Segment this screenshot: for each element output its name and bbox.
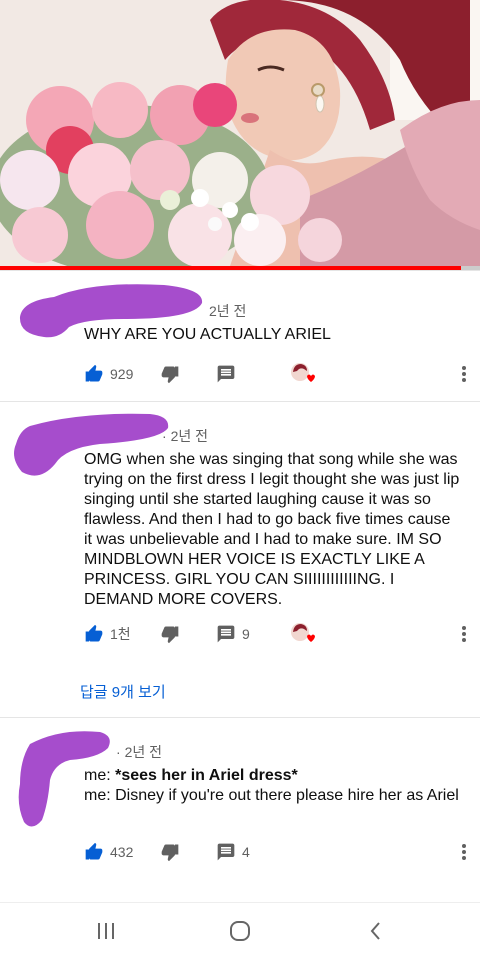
reply-count: 4 [242,844,250,860]
creator-heart-icon [291,363,315,382]
dislike-button[interactable] [160,622,180,646]
comment-time-text: 2년 전 [124,744,162,760]
comment-text: me: *sees her in Ariel dress* me: Disney… [84,766,464,806]
comment-actions: 432 4 [84,840,474,864]
comment-line: WHY ARE YOU ACTUALLY ARIEL [84,326,331,343]
system-navigation-bar [0,902,480,957]
comment-2: · 2년 전 OMG when she was singing that son… [0,402,480,717]
reply-count: 9 [242,626,250,642]
comment-actions: 929 [84,362,474,386]
more-options-button[interactable] [454,362,474,386]
like-count: 929 [110,366,134,382]
video-frame-image [0,0,480,266]
home-button[interactable] [228,919,252,943]
dislike-button[interactable] [160,840,180,864]
home-icon [230,921,250,941]
reply-icon [217,365,235,383]
creator-heart [290,362,316,386]
reply-icon [217,843,235,861]
comment-text: WHY ARE YOU ACTUALLY ARIEL [84,325,464,345]
comment-line: OMG when she was singing that song while… [84,451,460,608]
comment-line-bold: *sees her in Ariel dress* [115,767,298,784]
reply-icon [217,625,235,643]
more-vert-icon [462,626,466,642]
view-replies-link[interactable]: 답글 9개 보기 [80,681,166,702]
comment-line: me: Disney if you're out there please hi… [84,787,459,804]
comment-3: · 2년 전 me: *sees her in Ariel dress* me:… [0,718,480,902]
comment-time-text: 2년 전 [170,428,208,444]
comment-text: OMG when she was singing that song while… [84,450,460,610]
dislike-icon [161,366,179,384]
like-button[interactable]: 432 [84,840,133,864]
like-icon [85,624,103,642]
comment-1: 2년 전 WHY ARE YOU ACTUALLY ARIEL 929 [0,271,480,401]
recent-apps-button[interactable] [94,919,118,943]
dislike-button[interactable] [160,362,180,386]
like-icon [85,364,103,382]
creator-heart [290,622,316,646]
back-button[interactable] [364,919,388,943]
comment-time: 2년 전 [209,303,247,319]
reply-button[interactable]: 4 [216,840,250,864]
like-button[interactable]: 1천 [84,622,131,646]
creator-heart-icon [291,623,315,642]
comment-actions: 1천 9 [84,622,474,646]
comment-line: me: *sees her in Ariel dress* [84,766,464,786]
more-options-button[interactable] [454,840,474,864]
back-icon [370,922,380,940]
comment-time: · 2년 전 [116,744,162,760]
like-icon [85,842,103,860]
video-player[interactable] [0,0,480,266]
like-count: 1천 [110,626,131,642]
like-button[interactable]: 929 [84,362,133,386]
dislike-icon [161,844,179,862]
comment-time: · 2년 전 [162,428,208,444]
more-vert-icon [462,366,466,382]
reply-button[interactable]: 9 [216,622,250,646]
reply-button[interactable] [216,362,236,386]
like-count: 432 [110,844,134,860]
comment-line-prefix: me: [84,767,116,784]
recent-apps-icon [98,923,114,939]
more-vert-icon [462,844,466,860]
dislike-icon [161,626,179,644]
more-options-button[interactable] [454,622,474,646]
